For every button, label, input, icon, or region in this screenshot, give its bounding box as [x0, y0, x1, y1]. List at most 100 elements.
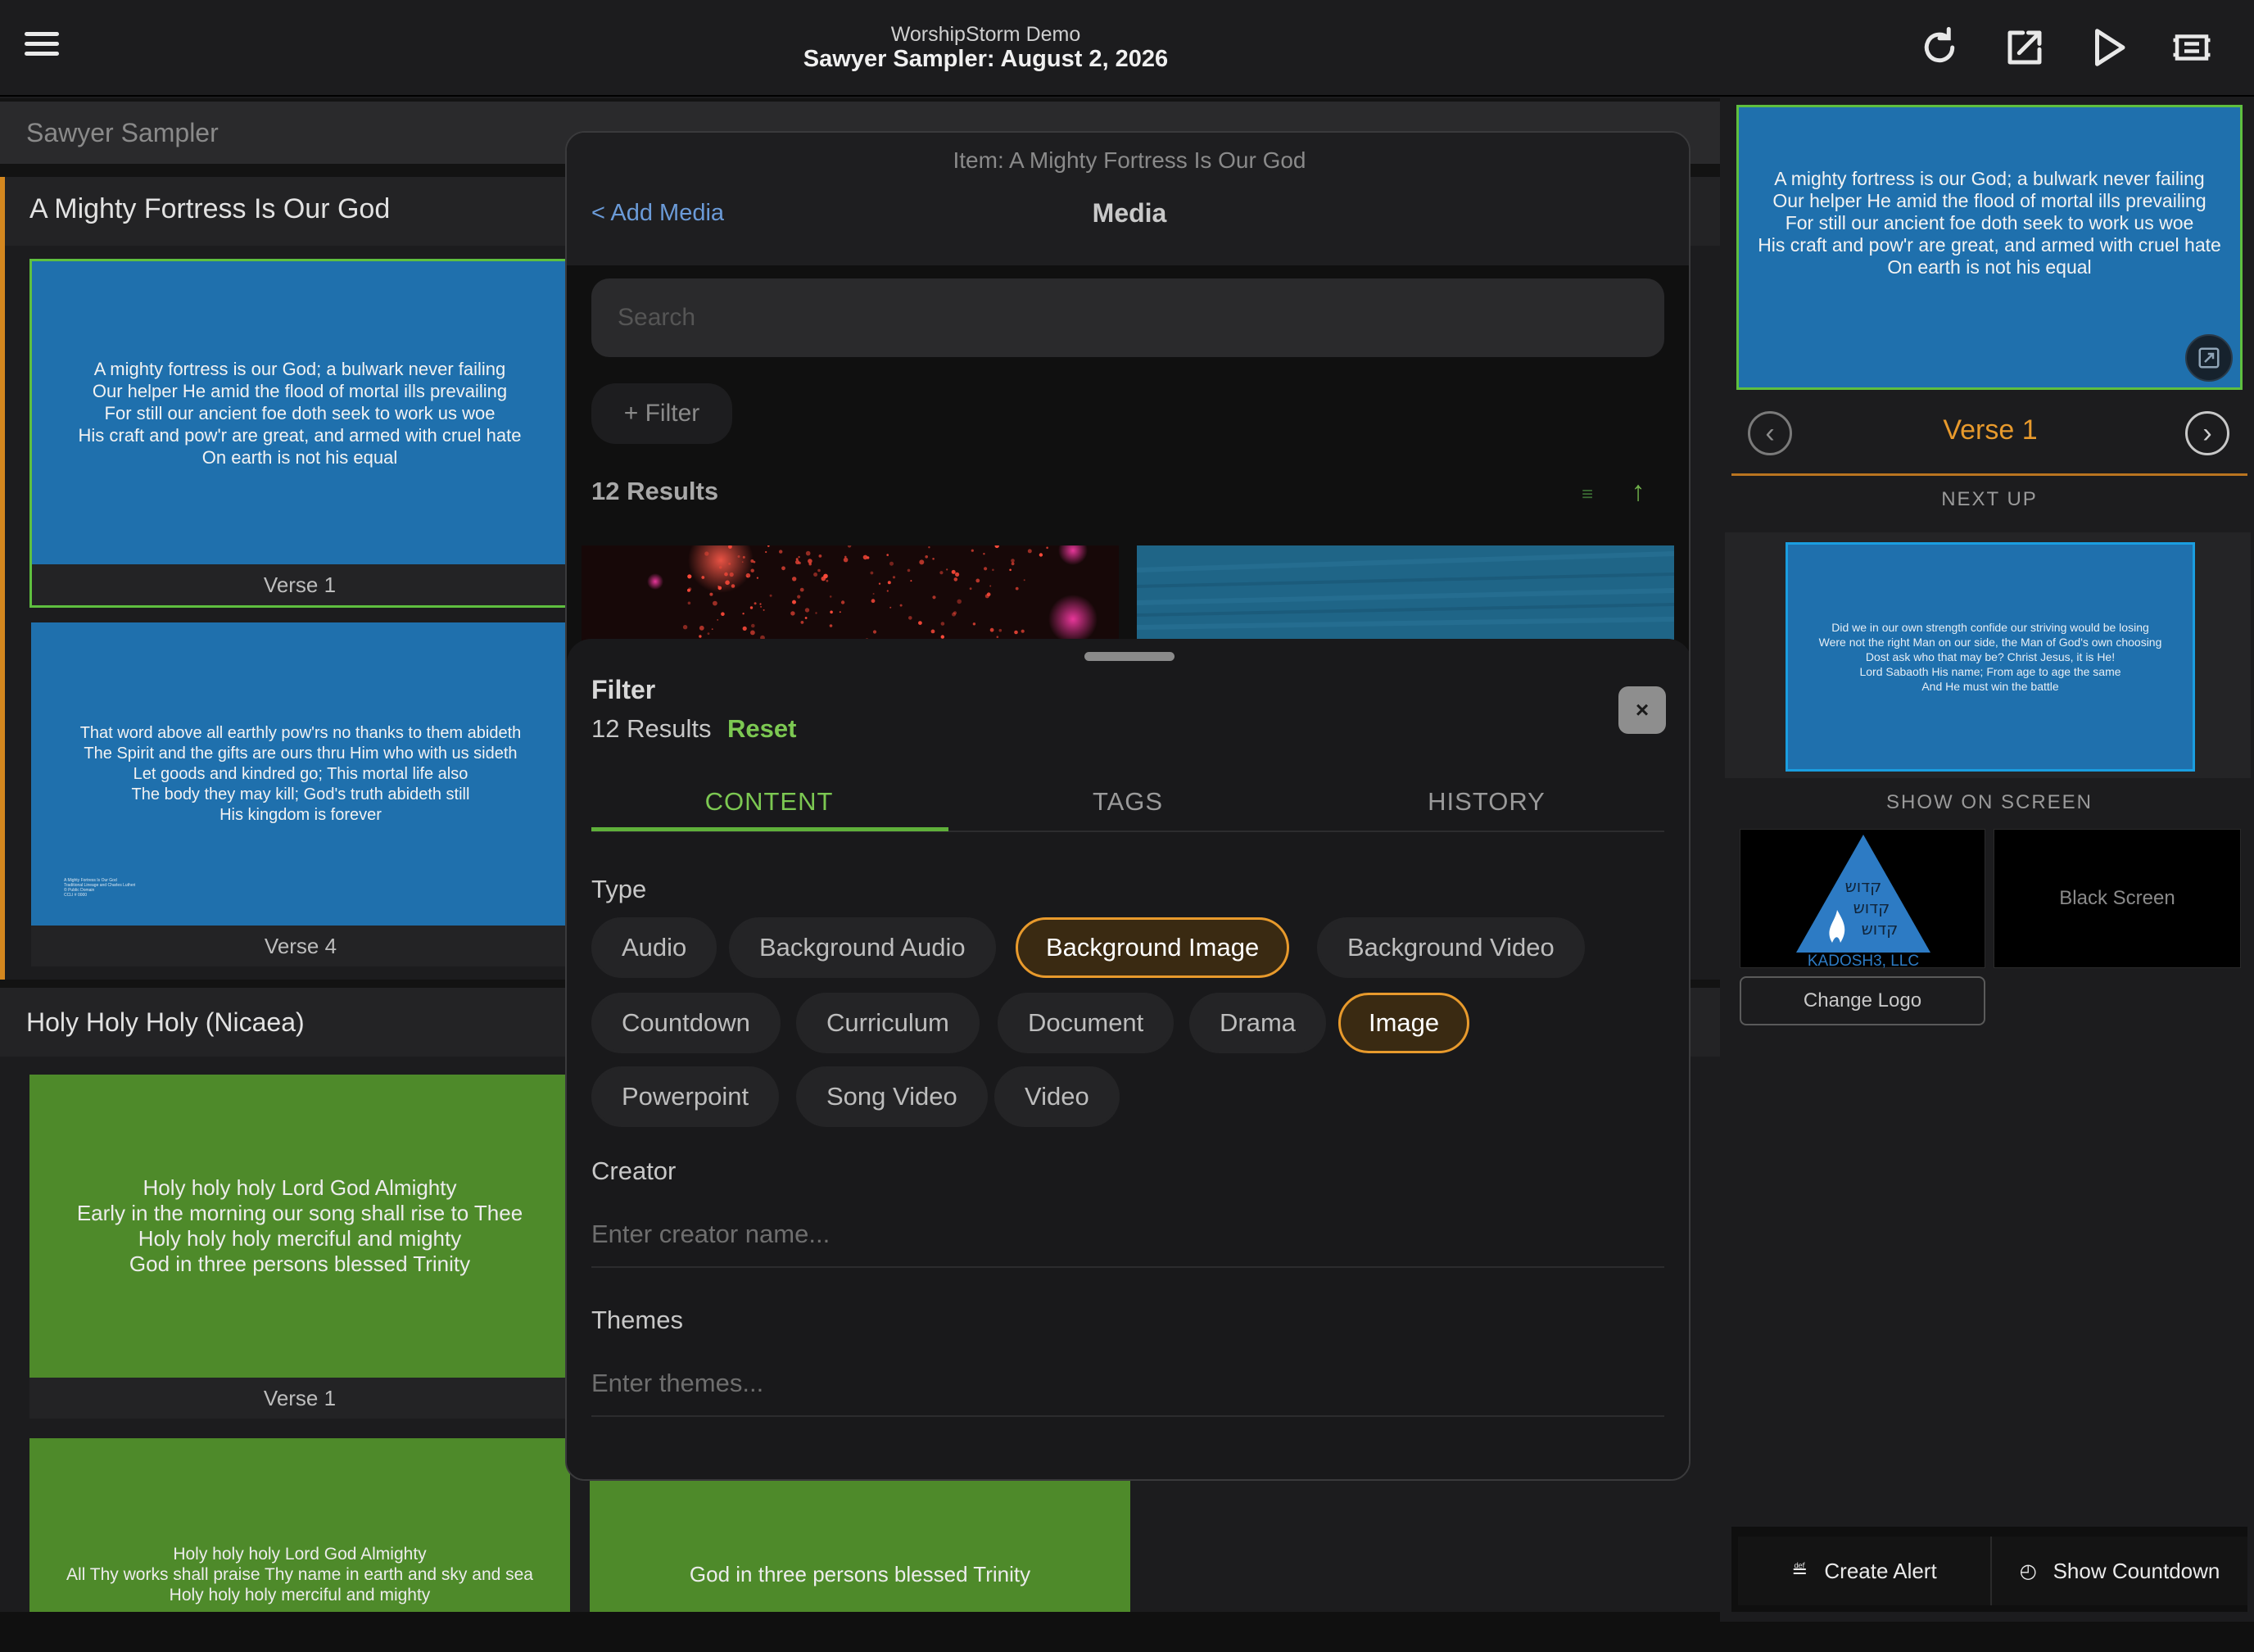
slide-preview: Holy holy holy Lord God Almighty Early i… — [29, 1075, 570, 1378]
particle — [994, 545, 999, 549]
next-slide-icon[interactable]: › — [2185, 411, 2229, 455]
slide-card-active[interactable]: A mighty fortress is our God; a bulwark … — [29, 259, 570, 608]
particle — [751, 623, 755, 628]
particle — [839, 611, 841, 613]
particle — [919, 559, 925, 565]
slide-line: A mighty fortress is our God; a bulwark … — [1774, 167, 2205, 189]
credit-line: CCLI # 0000 — [64, 893, 88, 898]
type-chip[interactable]: Curriculum — [796, 993, 980, 1053]
refresh-icon[interactable] — [1913, 21, 1966, 74]
reset-filter-link[interactable]: Reset — [727, 714, 796, 744]
logo-hebrew: קדוש — [1862, 919, 1899, 939]
type-chip[interactable]: Drama — [1189, 993, 1327, 1053]
slide-line: Early in the morning our song shall rise… — [76, 1201, 523, 1225]
particle — [797, 595, 801, 599]
tab-history[interactable]: HISTORY — [1309, 773, 1664, 831]
particle — [878, 582, 881, 585]
close-icon[interactable]: × — [1618, 686, 1666, 734]
results-count: 12 Results — [591, 477, 719, 505]
type-chip[interactable]: Video — [994, 1066, 1120, 1127]
slide-card[interactable]: Holy holy holy Lord God Almighty All Thy… — [29, 1438, 570, 1612]
logo-tile[interactable]: קדוש קדוש קדוש KADOSH3, LLC — [1740, 829, 1985, 970]
particle — [792, 600, 796, 604]
particle — [872, 630, 877, 634]
particle — [925, 555, 928, 559]
type-chip[interactable]: Song Video — [796, 1066, 988, 1127]
next-slide-preview[interactable]: Did we in our own strength confide our s… — [1786, 542, 2195, 772]
black-screen-tile[interactable]: Black Screen — [1994, 829, 2241, 968]
type-chip[interactable]: Image — [1338, 993, 1470, 1053]
sort-ascending-icon[interactable]: ↑ — [1622, 475, 1654, 508]
particle — [745, 573, 751, 578]
edit-external-icon[interactable] — [1998, 21, 2051, 74]
search-input[interactable] — [591, 278, 1664, 357]
particle — [899, 604, 903, 607]
type-chip[interactable]: Powerpoint — [591, 1066, 780, 1127]
particle — [955, 572, 960, 577]
particle — [711, 628, 713, 630]
particle — [998, 628, 1003, 632]
particle — [754, 602, 757, 605]
play-icon[interactable] — [2082, 21, 2134, 74]
particle — [799, 587, 804, 592]
change-logo-button[interactable]: Change Logo — [1740, 976, 1985, 1025]
present-icon[interactable] — [2166, 21, 2218, 74]
expand-icon[interactable] — [2185, 334, 2233, 382]
live-slide-preview[interactable]: A mighty fortress is our God; a bulwark … — [1736, 105, 2243, 390]
particle — [907, 568, 911, 573]
particle — [756, 577, 758, 579]
slide-line: Dost ask who that may be? Christ Jesus, … — [1865, 650, 2116, 663]
type-chip[interactable]: Background Audio — [729, 917, 996, 978]
particle — [984, 594, 989, 599]
particle — [687, 601, 691, 605]
particle — [932, 595, 936, 600]
menu-icon[interactable] — [21, 26, 66, 70]
tab-content[interactable]: CONTENT — [591, 773, 947, 831]
list-view-icon[interactable]: ≡ — [1573, 480, 1602, 509]
create-alert-button[interactable]: ≝ Create Alert — [1738, 1537, 1990, 1605]
particle — [815, 612, 817, 614]
slide-line: All Thy works shall praise Thy name in e… — [66, 1564, 533, 1584]
type-label: Type — [591, 875, 647, 903]
media-thumbnail[interactable] — [582, 545, 1119, 644]
type-chip[interactable]: Document — [998, 993, 1175, 1053]
slide-line: For still our ancient foe doth seek to w… — [1785, 211, 2194, 233]
previous-slide-icon[interactable]: ‹ — [1748, 411, 1792, 455]
particle — [953, 577, 958, 582]
particle — [847, 545, 852, 548]
current-slide-label: Verse 1 — [1943, 414, 2038, 446]
blue-texture-image — [1137, 545, 1674, 644]
slide-line: Did we in our own strength confide our s… — [1831, 621, 2149, 634]
particle — [721, 612, 725, 616]
slide-card[interactable]: That word above all earthly pow'rs no th… — [31, 622, 570, 966]
particle — [1011, 562, 1015, 566]
particle — [790, 611, 795, 616]
slide-line: The body they may kill; God's truth abid… — [131, 785, 470, 803]
type-chip[interactable]: Background Video — [1317, 917, 1585, 978]
creator-field[interactable] — [591, 1202, 1664, 1268]
particle — [1015, 586, 1019, 591]
particle — [918, 621, 922, 625]
show-countdown-button[interactable]: ◴ Show Countdown — [1990, 1537, 2247, 1605]
media-thumbnail[interactable] — [1137, 545, 1674, 644]
particle — [989, 585, 992, 587]
slide-card[interactable]: Holy holy holy Lord God Almighty Early i… — [29, 1075, 570, 1419]
type-chip[interactable]: Countdown — [591, 993, 781, 1053]
drag-handle[interactable] — [1084, 652, 1175, 661]
slide-line: The Spirit and the gifts are ours thru H… — [84, 744, 518, 763]
type-chip[interactable]: Audio — [591, 917, 717, 978]
show-on-screen-label: SHOW ON SCREEN — [1885, 791, 2093, 813]
particle — [992, 568, 994, 572]
add-filter-button[interactable]: + Filter — [591, 383, 732, 444]
slide-preview: That word above all earthly pow'rs no th… — [31, 622, 570, 926]
particle — [969, 587, 972, 591]
alert-icon: ≝ — [1791, 1559, 1808, 1582]
add-media-back-link[interactable]: < Add Media — [591, 200, 724, 227]
particle — [804, 617, 808, 619]
type-chip[interactable]: Background Image — [1016, 917, 1290, 978]
themes-field[interactable] — [591, 1351, 1664, 1417]
particle — [763, 609, 765, 611]
particle — [737, 555, 740, 558]
tab-tags[interactable]: TAGS — [950, 773, 1306, 831]
particle — [750, 568, 754, 573]
